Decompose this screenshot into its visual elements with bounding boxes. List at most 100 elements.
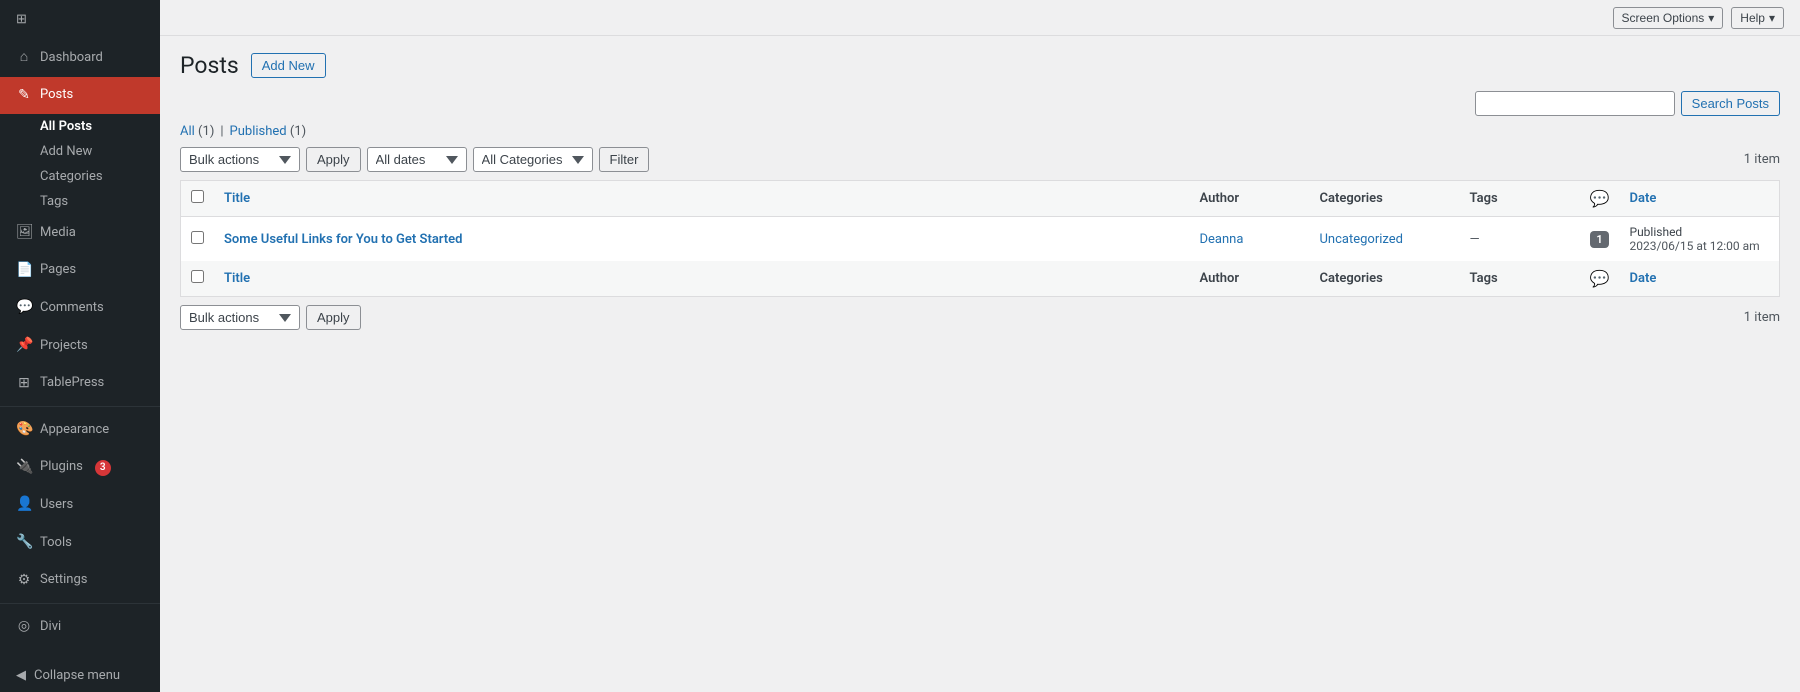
collapse-menu-item[interactable]: ◀ Collapse menu	[0, 659, 160, 692]
top-filter-row: Bulk actions Apply All dates All Categor…	[180, 147, 1780, 172]
post-date-cell: Published 2023/06/15 at 12:00 am	[1620, 217, 1780, 262]
date-column-header[interactable]: Date	[1620, 181, 1780, 217]
category-filter-select[interactable]: All Categories	[473, 147, 593, 172]
submenu-add-new[interactable]: Add New	[0, 139, 160, 164]
sidebar-item-tools[interactable]: 🔧 Tools	[0, 524, 160, 562]
filter-all-link[interactable]: All (1)	[180, 124, 214, 139]
plugins-icon: 🔌	[16, 458, 32, 478]
search-row: Search Posts	[180, 91, 1780, 116]
filter-button[interactable]: Filter	[599, 147, 650, 172]
submenu-categories[interactable]: Categories	[0, 164, 160, 189]
tags-column-header: Tags	[1460, 181, 1580, 217]
users-icon: 👤	[16, 495, 32, 515]
footer-comments-col: 💬	[1580, 261, 1620, 297]
footer-tags-col: Tags	[1460, 261, 1580, 297]
footer-categories-col: Categories	[1310, 261, 1460, 297]
filter-links: All (1) | Published (1)	[180, 124, 1780, 139]
top-item-count: 1 item	[1744, 152, 1780, 167]
author-column-header: Author	[1190, 181, 1310, 217]
plugins-badge: 3	[95, 460, 111, 476]
topbar: Screen Options ▾ Help ▾	[160, 0, 1800, 36]
submenu-all-posts[interactable]: All Posts	[0, 114, 160, 139]
settings-icon: ⚙	[16, 571, 32, 591]
comments-icon: 💬	[16, 298, 32, 318]
add-new-button[interactable]: Add New	[251, 53, 326, 78]
dashboard-icon: ⌂	[16, 48, 32, 68]
comments-column-header: 💬	[1580, 181, 1620, 217]
post-categories-cell: Uncategorized	[1310, 217, 1460, 262]
bottom-apply-button[interactable]: Apply	[306, 305, 361, 330]
row-checkbox-cell	[181, 217, 215, 262]
media-icon: 🖼	[16, 223, 32, 243]
sidebar-item-media[interactable]: 🖼 Media	[0, 214, 160, 252]
bottom-filter-row: Bulk actions Apply 1 item	[180, 305, 1780, 330]
chevron-down-icon-2: ▾	[1769, 11, 1775, 25]
tools-icon: 🔧	[16, 533, 32, 553]
search-posts-button[interactable]: Search Posts	[1681, 91, 1780, 116]
projects-icon: 📌	[16, 336, 32, 356]
sidebar-item-pages[interactable]: 📄 Pages	[0, 252, 160, 290]
sidebar-item-tablepress[interactable]: ⊞ TablePress	[0, 365, 160, 403]
post-category-link[interactable]: Uncategorized	[1320, 232, 1403, 247]
collapse-icon: ◀	[16, 668, 26, 683]
screen-options-button[interactable]: Screen Options ▾	[1613, 7, 1724, 29]
comment-count-badge[interactable]: 1	[1590, 231, 1608, 248]
top-bulk-actions-select[interactable]: Bulk actions	[180, 147, 300, 172]
search-input[interactable]	[1475, 91, 1675, 116]
top-apply-button[interactable]: Apply	[306, 147, 361, 172]
comment-bubble-icon: 💬	[1590, 189, 1610, 208]
posts-submenu: All Posts Add New Categories Tags	[0, 114, 160, 214]
sidebar-item-projects[interactable]: 📌 Projects	[0, 327, 160, 365]
footer-comment-bubble-icon: 💬	[1590, 269, 1610, 288]
content-area: Posts Add New Search Posts All (1) | Pub…	[160, 36, 1800, 692]
post-date-value: 2023/06/15 at 12:00 am	[1630, 239, 1770, 253]
post-comments-cell: 1	[1580, 217, 1620, 262]
posts-icon: ✎	[16, 86, 32, 106]
bottom-bulk-actions-select[interactable]: Bulk actions	[180, 305, 300, 330]
chevron-down-icon: ▾	[1708, 11, 1714, 25]
footer-select-all-header	[181, 261, 215, 297]
tablepress-icon: ⊞	[16, 374, 32, 394]
post-date-status: Published	[1630, 225, 1770, 239]
table-header-row: Title Author Categories Tags 💬 Date	[181, 181, 1780, 217]
wordpress-icon: ⊞	[16, 12, 27, 27]
post-title-link[interactable]: Some Useful Links for You to Get Started	[224, 232, 462, 247]
main-content: Screen Options ▾ Help ▾ Posts Add New Se…	[160, 0, 1800, 692]
divi-icon: ◎	[16, 617, 32, 637]
footer-title-col[interactable]: Title	[214, 261, 1190, 297]
select-all-checkbox[interactable]	[191, 190, 204, 203]
sidebar-item-plugins[interactable]: 🔌 Plugins 3	[0, 449, 160, 487]
sidebar-logo[interactable]: ⊞	[0, 0, 160, 39]
table-row: Some Useful Links for You to Get Started…	[181, 217, 1780, 262]
select-all-header	[181, 181, 215, 217]
filter-published-link[interactable]: Published (1)	[230, 124, 307, 139]
post-author-link[interactable]: Deanna	[1200, 232, 1244, 247]
row-checkbox[interactable]	[191, 231, 204, 244]
title-column-header[interactable]: Title	[214, 181, 1190, 217]
appearance-icon: 🎨	[16, 420, 32, 440]
sidebar-divider-2	[0, 603, 160, 604]
submenu-tags[interactable]: Tags	[0, 189, 160, 214]
posts-table: Title Author Categories Tags 💬 Date	[180, 180, 1780, 297]
footer-date-col[interactable]: Date	[1620, 261, 1780, 297]
sidebar-item-posts[interactable]: ✎ Posts	[0, 77, 160, 115]
date-filter-select[interactable]: All dates	[367, 147, 467, 172]
page-title: Posts	[180, 52, 239, 79]
post-title-cell: Some Useful Links for You to Get Started	[214, 217, 1190, 262]
sidebar-item-users[interactable]: 👤 Users	[0, 486, 160, 524]
post-author-cell: Deanna	[1190, 217, 1310, 262]
categories-column-header: Categories	[1310, 181, 1460, 217]
sidebar-item-divi[interactable]: ◎ Divi	[0, 608, 160, 646]
footer-select-all-checkbox[interactable]	[191, 270, 204, 283]
sidebar-item-dashboard[interactable]: ⌂ Dashboard	[0, 39, 160, 77]
post-tags-cell: —	[1460, 217, 1580, 262]
help-button[interactable]: Help ▾	[1731, 7, 1784, 29]
page-header: Posts Add New	[180, 52, 1780, 79]
pages-icon: 📄	[16, 261, 32, 281]
sidebar-item-comments[interactable]: 💬 Comments	[0, 289, 160, 327]
footer-author-col: Author	[1190, 261, 1310, 297]
sidebar-item-appearance[interactable]: 🎨 Appearance	[0, 411, 160, 449]
table-footer-row: Title Author Categories Tags 💬 Date	[181, 261, 1780, 297]
sidebar-item-settings[interactable]: ⚙ Settings	[0, 562, 160, 600]
sidebar: ⊞ ⌂ Dashboard ✎ Posts All Posts Add New …	[0, 0, 160, 692]
